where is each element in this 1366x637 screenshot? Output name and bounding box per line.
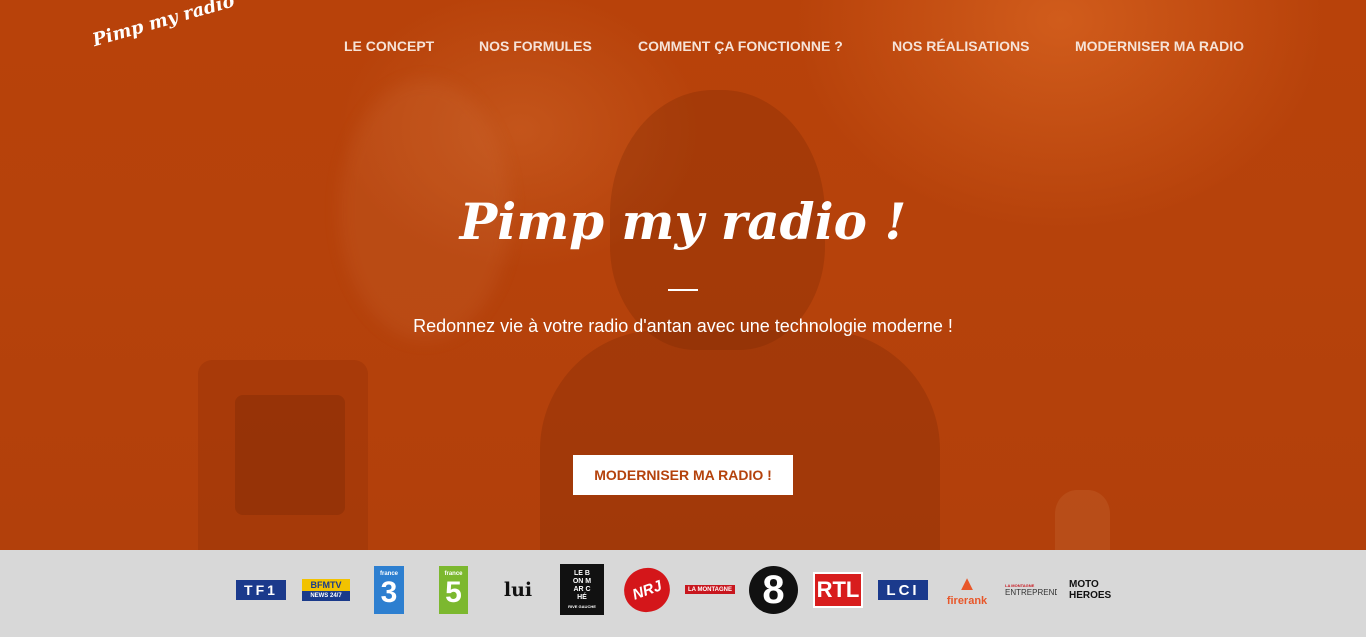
- rtl-logo-text: RTL: [816, 577, 860, 602]
- la-montagne-entreprendre-logo: LA MONTAGNE ENTREPRENDRE: [1005, 580, 1057, 600]
- lci-logo-text: LCI: [886, 581, 920, 599]
- flame-icon: ▲: [957, 573, 977, 595]
- la-montagne-logo-text: LA MONTAGNE: [688, 586, 732, 593]
- france5-logo-text: 5: [445, 576, 462, 609]
- moto-heroes-logo-sub: HEROES: [1069, 590, 1112, 601]
- firerank-logo-text: firerank: [946, 595, 988, 607]
- firerank-logo: ▲ firerank: [940, 570, 994, 610]
- nav-nos-realisations[interactable]: NOS RÉALISATIONS: [892, 38, 1029, 54]
- hero-title: Pimp my radio !: [459, 192, 907, 251]
- main-navigation: LE CONCEPT NOS FORMULES COMMENT ÇA FONCT…: [0, 38, 1366, 58]
- c8-logo-text: 8: [762, 567, 785, 612]
- le-bon-marche-logo-text: LE BON MAR CHÉ: [572, 570, 592, 601]
- moderniser-ma-radio-button[interactable]: MODERNISER MA RADIO !: [573, 455, 793, 495]
- la-montagne-logo: LA MONTAGNE: [685, 585, 735, 594]
- france3-logo-text: 3: [380, 576, 398, 609]
- rtl-logo: RTL: [813, 572, 863, 608]
- nrj-logo-text: NRJ: [629, 576, 665, 604]
- hero-tagline: Redonnez vie à votre radio d'antan avec …: [413, 316, 953, 336]
- tf1-logo: TF1: [236, 580, 286, 600]
- hero-section: Pimp my radio LE CONCEPT NOS FORMULES CO…: [0, 0, 1366, 550]
- nav-comment-ca-fonctionne[interactable]: COMMENT ÇA FONCTIONNE ?: [638, 38, 843, 54]
- moto-heroes-logo-text: MOTO: [1069, 579, 1099, 590]
- lci-logo: LCI: [878, 580, 928, 600]
- nav-moderniser-ma-radio[interactable]: MODERNISER MA RADIO: [1075, 38, 1244, 54]
- bfm-tv-logo: BFMTV NEWS 24/7: [302, 579, 350, 601]
- la-montagne-entreprendre-logo-text: ENTREPRENDRE: [1005, 588, 1057, 597]
- bfm-tv-logo-text: BFMTV: [302, 579, 350, 591]
- lui-logo: lui: [492, 580, 544, 600]
- le-bon-marche-logo: LE BON MAR CHÉ RIVE GAUCHE: [560, 564, 604, 615]
- hero-divider: [668, 289, 698, 291]
- moto-heroes-logo: MOTO HEROES: [1069, 578, 1121, 602]
- hero-background-lamp: [1055, 490, 1110, 550]
- nav-nos-formules[interactable]: NOS FORMULES: [479, 38, 592, 54]
- nrj-logo: NRJ: [617, 561, 677, 619]
- lui-logo-text: lui: [503, 580, 533, 600]
- le-bon-marche-logo-sub: RIVE GAUCHE: [568, 604, 596, 609]
- france3-logo: france 3: [374, 566, 404, 614]
- tf1-logo-text: TF1: [244, 582, 278, 598]
- nav-le-concept[interactable]: LE CONCEPT: [344, 38, 434, 54]
- c8-logo: 8: [749, 566, 798, 614]
- hero-background-person-body: [540, 330, 940, 550]
- bfm-tv-logo-sub: NEWS 24/7: [310, 593, 342, 599]
- france5-logo: france 5: [439, 566, 468, 614]
- hero-background-radio-panel: [235, 395, 345, 515]
- media-logos-bar: TF1 BFMTV NEWS 24/7 france 3 france 5 lu…: [0, 550, 1366, 637]
